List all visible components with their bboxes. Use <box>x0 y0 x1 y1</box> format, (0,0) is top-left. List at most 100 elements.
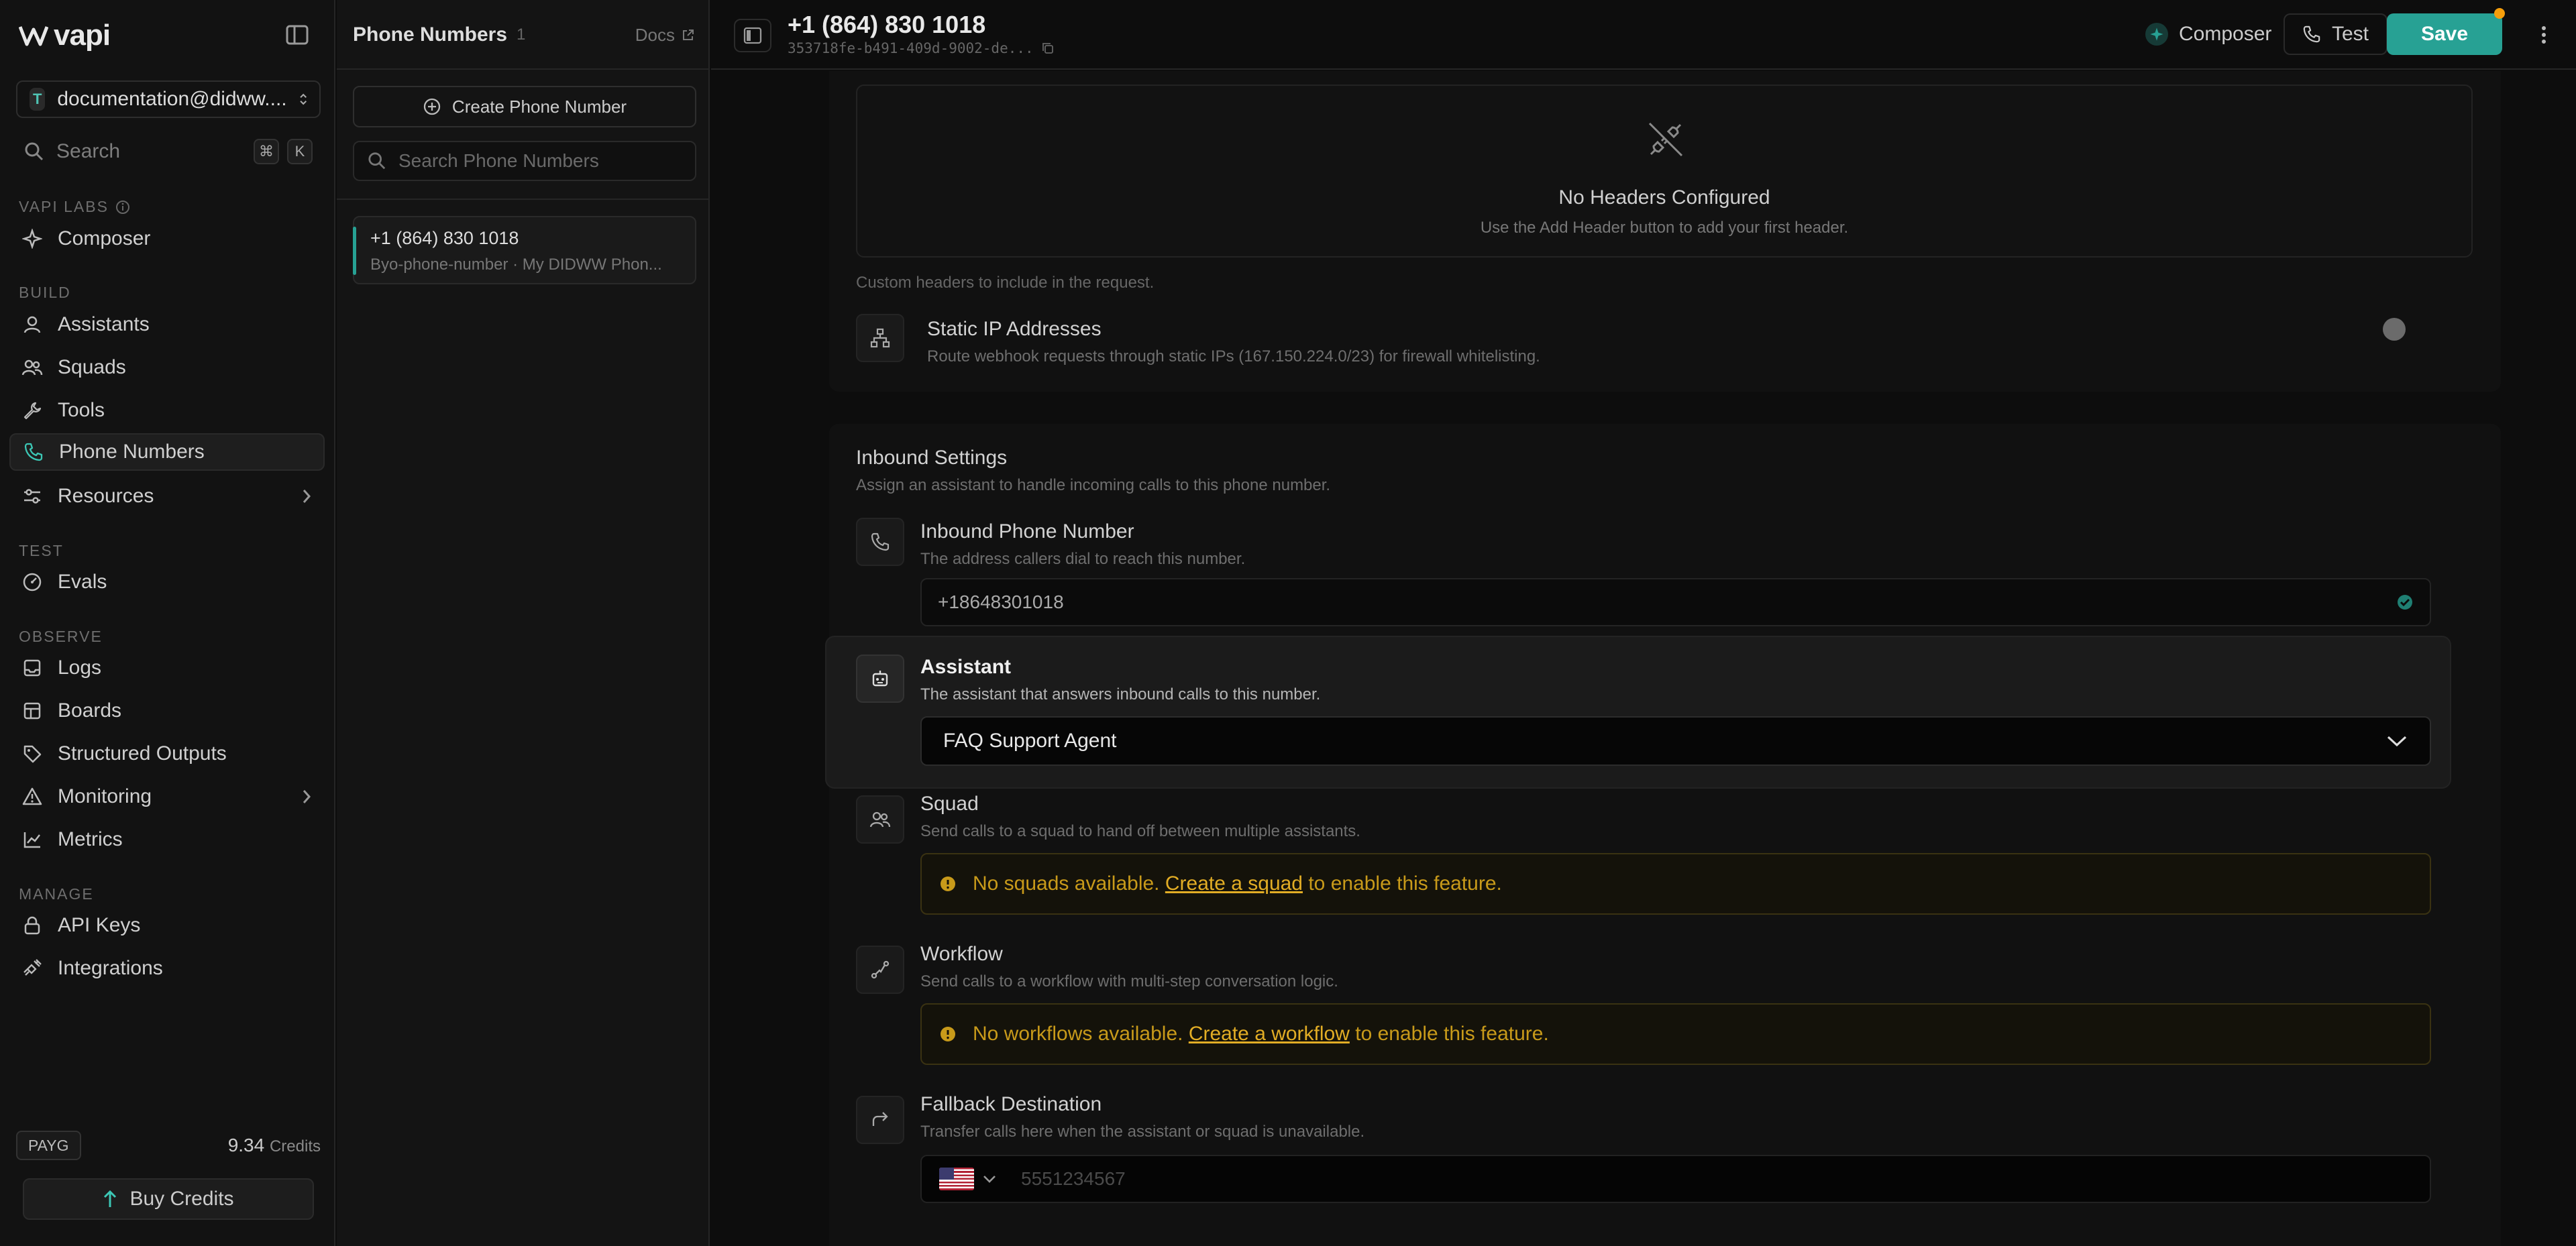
org-switcher[interactable]: T documentation@didww.... <box>16 80 321 118</box>
sidebar: vapi T documentation@didww.... Search ⌘ … <box>0 0 335 1246</box>
sidebar-item-structured-outputs[interactable]: Structured Outputs <box>9 735 325 773</box>
sidebar-item-boards[interactable]: Boards <box>9 692 325 730</box>
headers-empty-title: No Headers Configured <box>1558 186 1770 209</box>
chevron-updown-icon <box>299 93 307 105</box>
sidebar-item-api-keys[interactable]: API Keys <box>9 907 325 944</box>
list-item[interactable]: +1 (864) 830 1018 Byo-phone-number · My … <box>353 216 696 284</box>
composer-button[interactable]: Composer <box>2127 13 2290 55</box>
page-title: +1 (864) 830 1018 <box>788 11 986 38</box>
more-options-button[interactable] <box>2530 20 2557 50</box>
buy-credits-label: Buy Credits <box>129 1188 234 1210</box>
external-link-icon <box>683 30 694 40</box>
plug-off-icon <box>1648 122 1683 157</box>
fallback-title: Fallback Destination <box>920 1093 1102 1115</box>
static-ip-toggle[interactable] <box>2383 318 2406 341</box>
sidebar-item-label: Monitoring <box>58 785 152 807</box>
bot-icon <box>872 671 888 687</box>
sidebar-item-logs[interactable]: Logs <box>9 649 325 687</box>
buy-credits-button[interactable]: Buy Credits <box>23 1178 314 1220</box>
chevron-down-icon <box>983 1176 996 1183</box>
wrench-icon <box>23 402 42 420</box>
create-phone-number-button[interactable]: Create Phone Number <box>353 86 696 127</box>
sidebar-item-integrations[interactable]: Integrations <box>9 950 325 987</box>
fallback-subtitle: Transfer calls here when the assistant o… <box>920 1123 1365 1141</box>
assistant-subtitle: The assistant that answers inbound calls… <box>920 685 1321 703</box>
check-circle-icon <box>2398 595 2412 610</box>
lock-icon <box>24 916 40 935</box>
phone-numbers-search-input[interactable]: Search Phone Numbers <box>353 141 696 181</box>
workflow-warning-post: to enable this feature. <box>1355 1023 1549 1045</box>
sidebar-item-label: Composer <box>58 227 151 249</box>
save-button[interactable]: Save <box>2387 13 2502 55</box>
squad-title: Squad <box>920 793 979 815</box>
alert-triangle-icon <box>22 787 42 805</box>
sidebar-item-label: Squads <box>58 356 126 378</box>
divider <box>337 199 710 200</box>
tag-icon <box>23 745 42 763</box>
create-squad-link[interactable]: Create a squad <box>1165 872 1303 895</box>
sidebar-item-evals[interactable]: Evals <box>9 563 325 601</box>
plus-circle-icon <box>423 98 441 115</box>
docs-label: Docs <box>635 24 675 45</box>
inbound-settings-subtitle: Assign an assistant to handle incoming c… <box>856 476 1331 494</box>
inbound-phone-title: Inbound Phone Number <box>920 520 1134 543</box>
assistant-select[interactable]: FAQ Support Agent <box>920 716 2431 766</box>
sidebar-item-squads[interactable]: Squads <box>9 349 325 386</box>
sidebar-item-metrics[interactable]: Metrics <box>9 821 325 858</box>
divider <box>337 68 710 70</box>
sidebar-item-label: Logs <box>58 657 102 679</box>
create-workflow-link[interactable]: Create a workflow <box>1189 1023 1350 1045</box>
fallback-phone-placeholder: 5551234567 <box>1021 1168 1126 1189</box>
forward-arrow-icon <box>872 1112 888 1126</box>
toggle-list-panel-button[interactable] <box>734 19 771 52</box>
list-item-number: +1 (864) 830 1018 <box>370 228 519 248</box>
info-icon[interactable] <box>115 200 130 215</box>
inbound-phone-subtitle: The address callers dial to reach this n… <box>920 550 1246 568</box>
inbound-phone-value: +18648301018 <box>938 591 1064 612</box>
test-button[interactable]: Test <box>2284 13 2388 55</box>
section-label-labs: VAPI LABS <box>19 198 130 216</box>
main-content: No Headers Configured Use the Add Header… <box>711 71 2576 1246</box>
sidebar-item-tools[interactable]: Tools <box>9 392 325 429</box>
docs-link[interactable]: Docs <box>635 25 695 46</box>
credits-value: 9.34 <box>227 1135 265 1155</box>
kbd-cmd: ⌘ <box>254 139 279 164</box>
headers-empty-subtitle: Use the Add Header button to add your fi… <box>1480 219 1849 237</box>
static-ip-title: Static IP Addresses <box>927 318 1102 340</box>
credits-label: Credits <box>269 1137 321 1155</box>
inbound-settings-title: Inbound Settings <box>856 447 1008 469</box>
top-bar: +1 (864) 830 1018 353718fe-b491-409d-900… <box>711 0 2576 70</box>
workflow-warning-pre: No workflows available. <box>973 1023 1183 1045</box>
country-selector[interactable] <box>939 1168 997 1190</box>
section-label-manage: MANAGE <box>19 885 94 903</box>
list-panel-title: Phone Numbers <box>353 23 508 46</box>
static-ip-subtitle: Route webhook requests through static IP… <box>927 347 1540 365</box>
board-icon <box>23 702 41 720</box>
squad-icon-box <box>856 795 904 844</box>
users-icon <box>21 359 43 376</box>
copy-icon[interactable] <box>1042 42 1054 54</box>
sidebar-item-monitoring[interactable]: Monitoring <box>9 778 325 815</box>
inbound-phone-field[interactable]: +18648301018 <box>920 578 2431 626</box>
test-button-label: Test <box>2332 23 2369 45</box>
search-icon <box>25 142 44 161</box>
sidebar-item-label: Integrations <box>58 957 163 979</box>
sidebar-item-label: Assistants <box>58 313 150 335</box>
org-avatar: T <box>30 88 46 111</box>
sidebar-collapse-button[interactable] <box>280 21 314 48</box>
sidebar-item-resources[interactable]: Resources <box>9 477 325 515</box>
vapi-logo[interactable]: vapi <box>19 19 111 52</box>
sidebar-item-label: Resources <box>58 485 154 507</box>
inbound-phone-icon-box <box>856 518 904 566</box>
more-vertical-icon <box>2542 26 2546 44</box>
sidebar-item-phone-numbers[interactable]: Phone Numbers <box>9 433 325 471</box>
squad-warning-post: to enable this feature. <box>1308 872 1502 895</box>
assistant-icon-box <box>856 655 904 703</box>
sidebar-item-assistants[interactable]: Assistants <box>9 306 325 343</box>
fallback-phone-field[interactable]: 5551234567 <box>920 1155 2431 1203</box>
sidebar-search[interactable]: Search ⌘ K <box>16 133 321 170</box>
workflow-warning: No workflows available. Create a workflo… <box>920 1003 2431 1065</box>
sidebar-item-composer[interactable]: Composer <box>9 220 325 258</box>
kbd-k: K <box>287 139 313 164</box>
workflow-title: Workflow <box>920 943 1003 965</box>
